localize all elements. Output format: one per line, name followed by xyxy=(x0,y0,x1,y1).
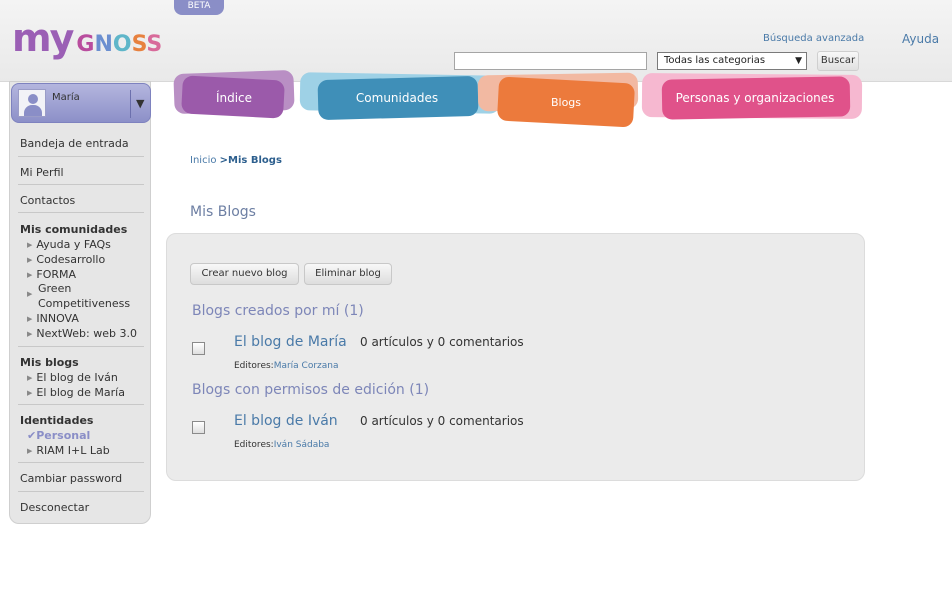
sidebar-item-contacts[interactable]: Contactos xyxy=(20,194,75,207)
tab-comunidades-label: Comunidades xyxy=(355,91,439,105)
editor-link[interactable]: Iván Sádaba xyxy=(274,440,330,450)
breadcrumb-home[interactable]: Inicio xyxy=(190,155,216,166)
blog-stats: 0 artículos y 0 comentarios xyxy=(360,414,524,428)
avatar xyxy=(18,89,46,117)
triangle-right-icon: ▶ xyxy=(27,315,33,323)
blog-stats: 0 artículos y 0 comentarios xyxy=(360,335,524,349)
page-title: Mis Blogs xyxy=(190,204,256,220)
identity-label: Personal xyxy=(36,429,91,442)
community-label: Codesarrollo xyxy=(36,253,106,266)
mygnoss-logo[interactable]: my GNOSS xyxy=(12,18,162,58)
divider xyxy=(18,184,144,185)
search-button[interactable]: Buscar xyxy=(817,51,859,71)
triangle-right-icon: ▶ xyxy=(27,256,33,264)
tab-indice-label: Índice xyxy=(215,91,253,105)
blog-link[interactable]: El blog de María xyxy=(234,334,347,350)
logo-letter: G xyxy=(76,32,95,57)
divider xyxy=(18,462,144,463)
identity-item-current[interactable]: ✔Personal xyxy=(27,428,90,443)
logo-my: my xyxy=(12,16,74,60)
sidebar-item-change-password[interactable]: Cambiar password xyxy=(20,472,122,485)
beta-badge: BETA xyxy=(174,0,224,15)
divider xyxy=(18,212,144,213)
blog-item[interactable]: ▶ El blog de María xyxy=(27,385,125,402)
category-select-value: Todas las categorias xyxy=(664,55,766,66)
tab-personas-label: Personas y organizaciones xyxy=(675,91,835,105)
community-label: Green Competitiveness xyxy=(38,282,131,310)
category-select[interactable]: Todas las categorias ▼ xyxy=(657,52,807,70)
editors-label: Editores: xyxy=(234,440,274,450)
tab-blogs-label: Blogs xyxy=(550,96,582,109)
blog-checkbox[interactable] xyxy=(192,421,205,434)
avatar-body xyxy=(24,105,42,116)
breadcrumb-separator: > xyxy=(219,155,229,166)
identity-label: RIAM I+L Lab xyxy=(36,444,110,457)
divider xyxy=(18,346,144,347)
logo-gnoss: GNOSS xyxy=(76,32,162,57)
editor-link[interactable]: María Corzana xyxy=(274,361,339,371)
triangle-right-icon: ▶ xyxy=(27,330,33,338)
triangle-right-icon: ▶ xyxy=(27,374,33,382)
community-label: NextWeb: web 3.0 xyxy=(36,327,137,340)
community-label: FORMA xyxy=(36,268,77,281)
blog-editors: Editores:Iván Sádaba xyxy=(234,440,329,450)
help-link[interactable]: Ayuda xyxy=(902,32,939,46)
breadcrumb: Inicio >Mis Blogs xyxy=(190,155,282,166)
triangle-right-icon: ▶ xyxy=(27,271,33,279)
logo-letter: S xyxy=(146,32,163,57)
check-icon: ✔ xyxy=(27,429,37,442)
community-label: INNOVA xyxy=(36,312,79,325)
advanced-search-link[interactable]: Búsqueda avanzada xyxy=(763,33,864,44)
triangle-right-icon: ▶ xyxy=(27,241,33,249)
section-shared-blogs-title: Blogs con permisos de edición (1) xyxy=(192,382,430,398)
breadcrumb-current: Mis Blogs xyxy=(228,155,282,166)
create-blog-button[interactable]: Crear nuevo blog xyxy=(190,263,299,285)
delete-blog-button[interactable]: Eliminar blog xyxy=(304,263,392,285)
blog-checkbox[interactable] xyxy=(192,342,205,355)
logo-letter: N xyxy=(94,32,113,57)
user-name: María xyxy=(52,92,80,103)
user-menu-divider xyxy=(130,90,131,118)
triangle-right-icon: ▶ xyxy=(27,389,33,397)
logo-letter: O xyxy=(112,32,132,57)
blogs-heading: Mis blogs xyxy=(20,356,79,369)
section-own-blogs-title: Blogs creados por mí (1) xyxy=(192,303,364,319)
avatar-head xyxy=(28,94,38,104)
triangle-right-icon: ▶ xyxy=(27,447,33,455)
divider xyxy=(18,491,144,492)
divider xyxy=(18,404,144,405)
user-menu[interactable]: María ▼ xyxy=(11,83,151,123)
sidebar-item-profile[interactable]: Mi Perfil xyxy=(20,166,64,179)
community-item[interactable]: ▶ Green Competitiveness xyxy=(27,281,139,311)
logo-letter: S xyxy=(131,32,147,57)
sidebar: María ▼ Bandeja de entrada Mi Perfil Con… xyxy=(9,81,151,524)
blog-editors: Editores:María Corzana xyxy=(234,361,339,371)
sidebar-item-inbox[interactable]: Bandeja de entrada xyxy=(20,137,129,150)
community-item[interactable]: ▶ NextWeb: web 3.0 xyxy=(27,326,137,343)
blog-label: El blog de Iván xyxy=(36,371,118,384)
identities-heading: Identidades xyxy=(20,414,94,427)
page: my GNOSS BETA Búsqueda avanzada Ayuda Tod… xyxy=(0,0,952,614)
sidebar-item-logout[interactable]: Desconectar xyxy=(20,501,89,514)
divider xyxy=(18,156,144,157)
editors-label: Editores: xyxy=(234,361,274,371)
chevron-down-icon: ▼ xyxy=(795,56,802,66)
community-label: Ayuda y FAQs xyxy=(36,238,111,251)
header: my GNOSS BETA Búsqueda avanzada Ayuda Tod… xyxy=(0,0,952,82)
search-input[interactable] xyxy=(454,52,647,70)
chevron-down-icon[interactable]: ▼ xyxy=(136,97,144,110)
blog-label: El blog de María xyxy=(36,386,125,399)
blog-link[interactable]: El blog de Iván xyxy=(234,413,338,429)
triangle-right-icon: ▶ xyxy=(27,290,33,298)
identity-item[interactable]: ▶ RIAM I+L Lab xyxy=(27,443,110,460)
communities-heading: Mis comunidades xyxy=(20,223,128,236)
